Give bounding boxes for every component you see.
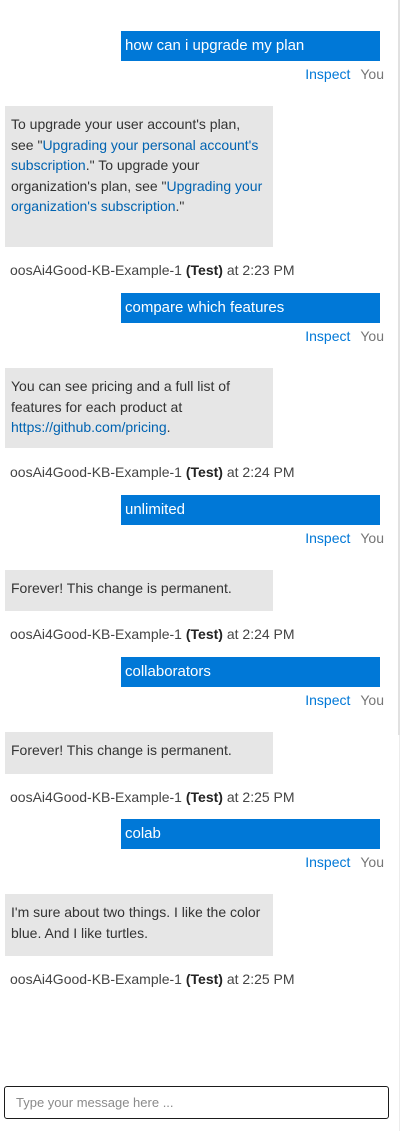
pricing-link[interactable]: https://github.com/pricing — [11, 419, 167, 435]
chat-window: how can i upgrade my plan Inspect You To … — [0, 0, 400, 1131]
bot-message: Forever! This change is permanent. — [5, 732, 273, 774]
you-label: You — [360, 530, 384, 546]
user-message-meta: Inspect You — [305, 327, 384, 345]
timestamp: 2:24 PM — [242, 464, 295, 480]
bot-message-text: Forever! This change is permanent. — [11, 580, 232, 596]
time-prefix: at — [226, 464, 239, 480]
timestamp: 2:24 PM — [242, 626, 295, 642]
you-label: You — [360, 692, 384, 708]
bot-message-meta: oosAi4Good-KB-Example-1 (Test) at 2:25 P… — [10, 788, 295, 806]
bot-message: I'm sure about two things. I like the co… — [5, 894, 273, 956]
bot-message: You can see pricing and a full list of f… — [5, 368, 273, 448]
bot-message-meta: oosAi4Good-KB-Example-1 (Test) at 2:25 P… — [10, 970, 295, 988]
bot-name: oosAi4Good-KB-Example-1 — [10, 789, 182, 805]
bot-name: oosAi4Good-KB-Example-1 — [10, 971, 182, 987]
user-message-meta: Inspect You — [305, 853, 384, 871]
user-message-meta: Inspect You — [305, 691, 384, 709]
bot-tag: (Test) — [185, 262, 223, 278]
user-message-meta: Inspect You — [305, 65, 384, 83]
you-label: You — [360, 66, 384, 82]
time-prefix: at — [226, 626, 239, 642]
user-message-meta: Inspect You — [305, 529, 384, 547]
bot-message-text: Forever! This change is permanent. — [11, 742, 232, 758]
user-message: how can i upgrade my plan — [121, 31, 380, 61]
bot-tag: (Test) — [185, 971, 223, 987]
message-input[interactable] — [4, 1086, 389, 1119]
inspect-link[interactable]: Inspect — [305, 692, 350, 708]
you-label: You — [360, 328, 384, 344]
bot-message-meta: oosAi4Good-KB-Example-1 (Test) at 2:24 P… — [10, 463, 295, 481]
bot-message: Forever! This change is permanent. — [5, 570, 273, 611]
time-prefix: at — [226, 971, 239, 987]
bot-name: oosAi4Good-KB-Example-1 — [10, 262, 182, 278]
time-prefix: at — [226, 789, 239, 805]
timestamp: 2:25 PM — [242, 971, 295, 987]
bot-message-text: You can see pricing and a full list of f… — [11, 378, 230, 415]
you-label: You — [360, 854, 384, 870]
bot-message-meta: oosAi4Good-KB-Example-1 (Test) at 2:24 P… — [10, 625, 295, 643]
bot-name: oosAi4Good-KB-Example-1 — [10, 626, 182, 642]
timestamp: 2:23 PM — [242, 262, 295, 278]
bot-message-text: . — [166, 419, 171, 435]
bot-tag: (Test) — [185, 789, 223, 805]
bot-message-text: ." — [175, 198, 185, 214]
bot-tag: (Test) — [185, 626, 223, 642]
bot-name: oosAi4Good-KB-Example-1 — [10, 464, 182, 480]
inspect-link[interactable]: Inspect — [305, 66, 350, 82]
bot-message-text: I'm sure about two things. I like the co… — [11, 904, 261, 941]
user-message: collaborators — [121, 657, 380, 687]
inspect-link[interactable]: Inspect — [305, 530, 350, 546]
user-message: unlimited — [121, 495, 380, 525]
timestamp: 2:25 PM — [242, 789, 295, 805]
bot-tag: (Test) — [185, 464, 223, 480]
bot-message: To upgrade your user account's plan, see… — [5, 106, 273, 247]
user-message: colab — [121, 819, 380, 849]
user-message: compare which features — [121, 293, 380, 323]
time-prefix: at — [226, 262, 239, 278]
inspect-link[interactable]: Inspect — [305, 854, 350, 870]
inspect-link[interactable]: Inspect — [305, 328, 350, 344]
bot-message-meta: oosAi4Good-KB-Example-1 (Test) at 2:23 P… — [10, 261, 295, 279]
